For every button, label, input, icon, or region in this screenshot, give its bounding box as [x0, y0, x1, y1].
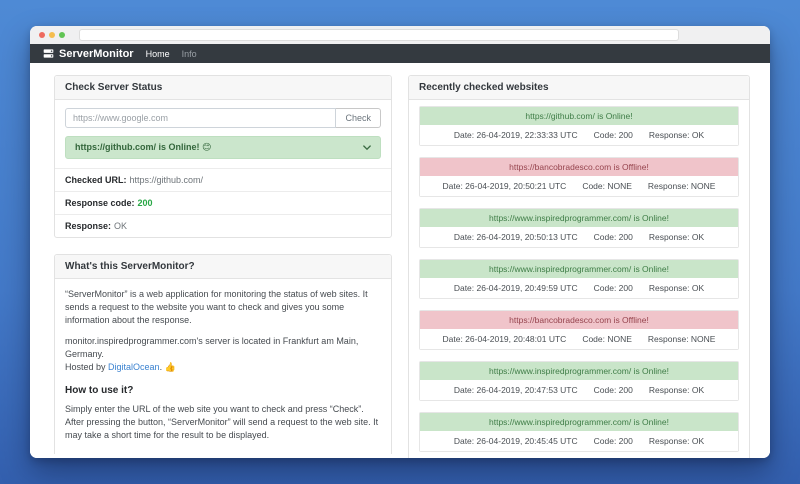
status-alert-text: https://github.com/ is Online! 😊 [75, 142, 212, 152]
close-window-icon[interactable] [39, 32, 45, 38]
recent-entry: https://www.inspiredprogrammer.com/ is O… [419, 208, 739, 248]
browser-url-bar[interactable] [79, 29, 679, 41]
entry-status-headline: https://www.inspiredprogrammer.com/ is O… [420, 209, 738, 227]
entry-status-headline: https://bancobradesco.com is Offline! [420, 311, 738, 329]
entry-status-headline: https://bancobradesco.com is Offline! [420, 158, 738, 176]
entry-response: Response: NONE [647, 181, 716, 191]
thumbs-up-emoji: 👍 [164, 362, 176, 373]
left-column: Check Server Status Check https://github… [54, 75, 392, 458]
url-input-group: Check [65, 108, 381, 128]
url-input[interactable] [65, 108, 337, 128]
entry-date: Date: 26-04-2019, 20:50:21 UTC [442, 181, 567, 191]
entry-response: Response: OK [648, 283, 705, 293]
entry-code: Code: 200 [593, 385, 633, 395]
entry-code: Code: NONE [582, 334, 632, 344]
minimize-window-icon[interactable] [49, 32, 55, 38]
nav-link-home[interactable]: Home [146, 49, 170, 59]
entry-code: Code: 200 [593, 436, 633, 446]
result-row-value: https://github.com/ [129, 175, 204, 185]
check-server-card: Check Server Status Check https://github… [54, 75, 392, 238]
status-alert[interactable]: https://github.com/ is Online! 😊 [65, 136, 381, 159]
hosted-prefix: Hosted by [65, 362, 109, 373]
recent-card-title: Recently checked websites [409, 76, 749, 100]
entry-date: Date: 26-04-2019, 20:48:01 UTC [442, 334, 567, 344]
check-button[interactable]: Check [336, 108, 381, 128]
entry-code: Code: 200 [593, 283, 633, 293]
entry-date: Date: 26-04-2019, 20:47:53 UTC [453, 385, 578, 395]
browser-window: ServerMonitor Home Info Check Server Sta… [30, 26, 770, 458]
entry-details: Date: 26-04-2019, 20:45:45 UTC Code: 200… [420, 431, 738, 451]
entry-details: Date: 26-04-2019, 20:47:53 UTC Code: 200… [420, 380, 738, 400]
server-icon [43, 48, 54, 59]
recent-entry: https://bancobradesco.com is Offline! Da… [419, 310, 739, 350]
result-row-label: Response: [65, 221, 112, 231]
entry-details: Date: 26-04-2019, 20:49:59 UTC Code: 200… [420, 278, 738, 298]
result-row: Response code: 200 [55, 191, 391, 214]
result-list: Checked URL: https://github.com/ Response… [55, 168, 391, 237]
entry-details: Date: 26-04-2019, 20:50:13 UTC Code: 200… [420, 227, 738, 247]
entry-response: Response: OK [648, 232, 705, 242]
right-column: Recently checked websites https://github… [408, 75, 750, 458]
entry-status-headline: https://www.inspiredprogrammer.com/ is O… [420, 260, 738, 278]
recent-list: https://github.com/ is Online! Date: 26-… [409, 100, 749, 458]
about-card: What's this ServerMonitor? “ServerMonito… [54, 254, 392, 454]
about-card-title: What's this ServerMonitor? [55, 255, 391, 279]
howto-text: Simply enter the URL of the web site you… [65, 403, 379, 440]
server-location-text: monitor.inspiredprogrammer.com's server … [65, 336, 359, 360]
entry-status-headline: https://github.com/ is Online! [420, 107, 738, 125]
entry-response: Response: NONE [647, 334, 716, 344]
entry-details: Date: 26-04-2019, 20:50:21 UTC Code: NON… [420, 176, 738, 196]
maximize-window-icon[interactable] [59, 32, 65, 38]
about-paragraph-1: “ServerMonitor” is a web application for… [65, 289, 368, 326]
recent-entry: https://bancobradesco.com is Offline! Da… [419, 157, 739, 197]
entry-code: Code: 200 [593, 130, 633, 140]
chevron-down-icon [363, 144, 371, 151]
result-row-value: 200 [137, 198, 153, 208]
entry-date: Date: 26-04-2019, 20:45:45 UTC [453, 436, 578, 446]
entry-status-headline: https://www.inspiredprogrammer.com/ is O… [420, 413, 738, 431]
entry-date: Date: 26-04-2019, 22:33:33 UTC [453, 130, 578, 140]
howto-title: How to use it? [65, 385, 134, 397]
brand-label: ServerMonitor [59, 47, 134, 60]
result-row-label: Response code: [65, 198, 135, 208]
recent-entry: https://www.inspiredprogrammer.com/ is O… [419, 361, 739, 401]
about-paragraph-2: monitor.inspiredprogrammer.com's server … [65, 335, 381, 374]
browser-chrome [30, 26, 770, 44]
entry-code: Code: NONE [582, 181, 632, 191]
check-card-title: Check Server Status [55, 76, 391, 100]
entry-status-headline: https://www.inspiredprogrammer.com/ is O… [420, 362, 738, 380]
result-row: Checked URL: https://github.com/ [55, 168, 391, 191]
recent-entry: https://github.com/ is Online! Date: 26-… [419, 106, 739, 146]
entry-response: Response: OK [648, 436, 705, 446]
recent-entry: https://www.inspiredprogrammer.com/ is O… [419, 259, 739, 299]
entry-code: Code: 200 [593, 232, 633, 242]
entry-response: Response: OK [648, 385, 705, 395]
result-row-label: Checked URL: [65, 175, 127, 185]
entry-date: Date: 26-04-2019, 20:49:59 UTC [453, 283, 578, 293]
entry-response: Response: OK [648, 130, 705, 140]
nav-link-info[interactable]: Info [182, 49, 197, 59]
recent-entry: https://www.inspiredprogrammer.com/ is O… [419, 412, 739, 452]
entry-details: Date: 26-04-2019, 22:33:33 UTC Code: 200… [420, 125, 738, 145]
brand[interactable]: ServerMonitor [43, 48, 134, 60]
navbar: ServerMonitor Home Info [30, 44, 770, 63]
entry-details: Date: 26-04-2019, 20:48:01 UTC Code: NON… [420, 329, 738, 349]
result-row: Response: OK [55, 214, 391, 237]
digitalocean-link[interactable]: DigitalOcean [108, 362, 160, 372]
page-content: Check Server Status Check https://github… [30, 63, 770, 458]
result-row-value: OK [114, 221, 128, 231]
entry-date: Date: 26-04-2019, 20:50:13 UTC [453, 232, 578, 242]
recent-card: Recently checked websites https://github… [408, 75, 750, 458]
